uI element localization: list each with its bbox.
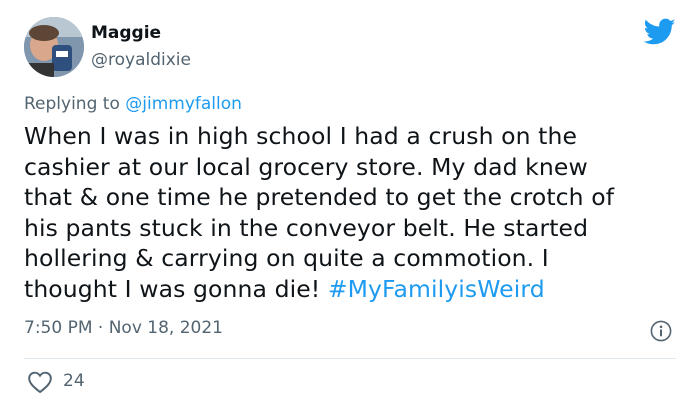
hashtag-link[interactable]: #MyFamilyisWeird [328,275,545,303]
author-name[interactable]: Maggie [91,23,161,43]
heart-icon[interactable] [27,370,53,394]
twitter-bird-icon[interactable] [644,18,676,46]
tweet-timestamp[interactable]: 7:50 PM · Nov 18, 2021 [24,318,223,338]
divider [24,358,676,359]
tweet-line: cashier at our local grocery store. My d… [24,152,588,181]
reply-prefix: Replying to [24,94,126,114]
tweet-line: hollering & carrying on quite a commotio… [24,244,549,272]
avatar[interactable] [24,17,84,77]
reply-mention-link[interactable]: @jimmyfallon [125,94,242,114]
tweet-line: thought I was gonna die! [24,274,328,303]
tweet-text: When I was in high school I had a crush … [24,121,684,304]
tweet-line: that & one time he pretended to get the … [24,183,615,211]
like-count: 24 [63,371,85,391]
author-handle[interactable]: @royaldixie [91,50,191,70]
tweet-line-last: thought I was gonna die! #MyFamilyisWeir… [24,274,684,305]
reply-context: Replying to @jimmyfallon [24,94,242,114]
tweet-line: When I was in high school I had a crush … [24,122,578,150]
info-icon[interactable] [650,320,672,342]
tweet-line: his pants stuck in the conveyor belt. He… [24,213,589,242]
avatar-image [24,17,84,77]
